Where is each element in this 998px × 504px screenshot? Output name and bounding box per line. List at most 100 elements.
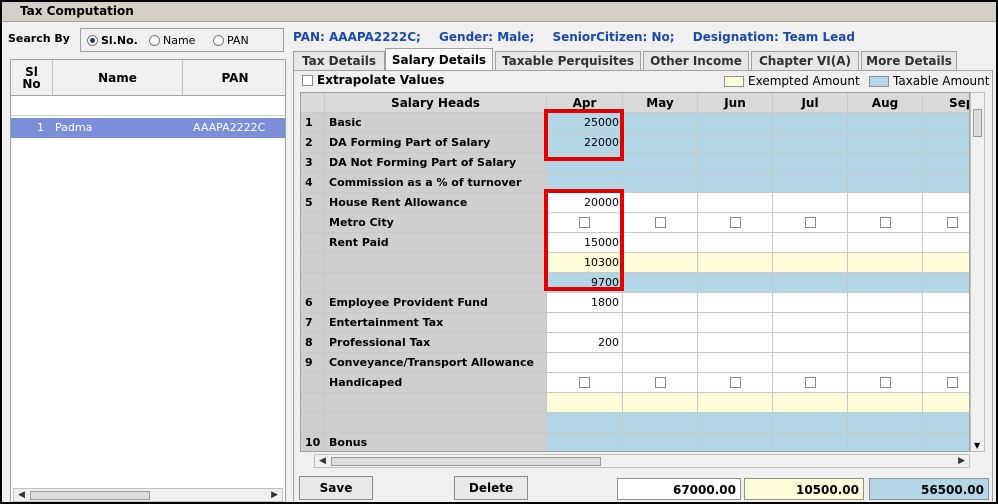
month-value-cell[interactable]: [848, 313, 923, 333]
month-value-cell[interactable]: [623, 273, 698, 293]
month-value-cell[interactable]: [623, 193, 698, 213]
month-value-cell[interactable]: [773, 233, 848, 253]
tab-chapter-via[interactable]: Chapter VI(A): [751, 51, 859, 70]
col-slno[interactable]: Sl No: [11, 60, 53, 96]
tab-taxable-perquisites[interactable]: Taxable Perquisites: [495, 51, 641, 70]
month-value-cell[interactable]: [923, 213, 969, 233]
month-value-cell[interactable]: [773, 293, 848, 313]
month-value-cell[interactable]: [623, 293, 698, 313]
month-value-cell[interactable]: [923, 253, 969, 273]
month-value-cell[interactable]: [923, 233, 969, 253]
month-value-cell[interactable]: [848, 373, 923, 393]
month-value-cell[interactable]: [773, 373, 848, 393]
grid-horizontal-scrollbar[interactable]: ◀ ▶: [314, 454, 970, 468]
month-value-cell[interactable]: [698, 413, 773, 433]
month-value-cell[interactable]: [698, 193, 773, 213]
apr-value-cell[interactable]: 200: [547, 333, 623, 353]
month-value-cell[interactable]: [773, 253, 848, 273]
month-value-cell[interactable]: [623, 393, 698, 413]
month-value-cell[interactable]: [923, 153, 969, 173]
extrapolate-checkbox[interactable]: Extrapolate Values: [302, 73, 444, 87]
delete-button[interactable]: Delete: [454, 476, 528, 500]
month-value-cell[interactable]: [848, 153, 923, 173]
month-value-cell[interactable]: [848, 333, 923, 353]
month-value-cell[interactable]: [773, 133, 848, 153]
month-value-cell[interactable]: [923, 113, 969, 133]
tab-other-income[interactable]: Other Income: [643, 51, 749, 70]
month-value-cell[interactable]: [698, 353, 773, 373]
month-value-cell[interactable]: [623, 113, 698, 133]
month-value-cell[interactable]: [848, 253, 923, 273]
col-name[interactable]: Name: [53, 60, 183, 96]
month-value-cell[interactable]: [698, 373, 773, 393]
apr-value-cell[interactable]: [547, 313, 623, 333]
month-value-cell[interactable]: [698, 213, 773, 233]
month-value-cell[interactable]: [698, 313, 773, 333]
month-value-cell[interactable]: [848, 273, 923, 293]
month-value-cell[interactable]: [623, 253, 698, 273]
scroll-thumb[interactable]: [30, 491, 150, 500]
month-value-cell[interactable]: [623, 213, 698, 233]
month-value-cell[interactable]: [698, 253, 773, 273]
tab-more-details[interactable]: More Details: [861, 51, 957, 70]
scroll-right-icon[interactable]: ▶: [271, 490, 278, 500]
month-value-cell[interactable]: [698, 293, 773, 313]
apr-value-cell[interactable]: [547, 413, 623, 433]
checkbox-icon[interactable]: [947, 377, 958, 388]
month-value-cell[interactable]: [623, 353, 698, 373]
col-header-month[interactable]: Sep: [923, 93, 969, 113]
month-value-cell[interactable]: [773, 273, 848, 293]
table-row[interactable]: 1 Padma AAAPA2222C: [11, 118, 285, 138]
month-value-cell[interactable]: [848, 113, 923, 133]
month-value-cell[interactable]: [848, 233, 923, 253]
month-value-cell[interactable]: [773, 173, 848, 193]
month-value-cell[interactable]: [923, 173, 969, 193]
month-value-cell[interactable]: [623, 233, 698, 253]
month-value-cell[interactable]: [698, 433, 773, 451]
month-value-cell[interactable]: [923, 273, 969, 293]
checkbox-icon[interactable]: [879, 377, 891, 388]
month-value-cell[interactable]: [773, 113, 848, 133]
apr-value-cell[interactable]: [547, 393, 623, 413]
month-value-cell[interactable]: [698, 133, 773, 153]
month-value-cell[interactable]: [773, 353, 848, 373]
month-value-cell[interactable]: [773, 333, 848, 353]
month-value-cell[interactable]: [848, 293, 923, 313]
month-value-cell[interactable]: [623, 313, 698, 333]
month-value-cell[interactable]: [848, 173, 923, 193]
month-value-cell[interactable]: [773, 313, 848, 333]
month-value-cell[interactable]: [773, 153, 848, 173]
month-value-cell[interactable]: [623, 413, 698, 433]
scroll-thumb[interactable]: [331, 457, 601, 466]
month-value-cell[interactable]: [623, 333, 698, 353]
col-header-salary-heads[interactable]: Salary Heads: [325, 93, 547, 113]
checkbox-icon[interactable]: [654, 377, 666, 388]
col-header-month[interactable]: Jun: [698, 93, 773, 113]
month-value-cell[interactable]: [698, 273, 773, 293]
month-value-cell[interactable]: [623, 173, 698, 193]
month-value-cell[interactable]: [848, 353, 923, 373]
month-value-cell[interactable]: [923, 313, 969, 333]
checkbox-icon[interactable]: [729, 377, 741, 388]
radio-name[interactable]: Name: [149, 34, 195, 47]
month-value-cell[interactable]: [923, 293, 969, 313]
vertical-scrollbar[interactable]: ▼: [970, 92, 985, 452]
save-button[interactable]: Save: [299, 476, 373, 500]
month-value-cell[interactable]: [848, 413, 923, 433]
tab-salary-details[interactable]: Salary Details: [385, 48, 493, 71]
checkbox-icon[interactable]: [804, 377, 816, 388]
month-value-cell[interactable]: [848, 433, 923, 451]
col-pan[interactable]: PAN: [183, 60, 287, 96]
month-value-cell[interactable]: [623, 153, 698, 173]
scroll-left-icon[interactable]: ◀: [319, 456, 326, 466]
month-value-cell[interactable]: [623, 133, 698, 153]
col-header-month[interactable]: Aug: [848, 93, 923, 113]
checkbox-icon[interactable]: [947, 217, 958, 228]
month-value-cell[interactable]: [773, 193, 848, 213]
month-value-cell[interactable]: [698, 173, 773, 193]
filter-row[interactable]: [11, 96, 285, 116]
scroll-thumb[interactable]: [973, 109, 982, 137]
month-value-cell[interactable]: [698, 333, 773, 353]
radio-slno[interactable]: Sl.No.: [87, 34, 138, 47]
month-value-cell[interactable]: [773, 433, 848, 451]
